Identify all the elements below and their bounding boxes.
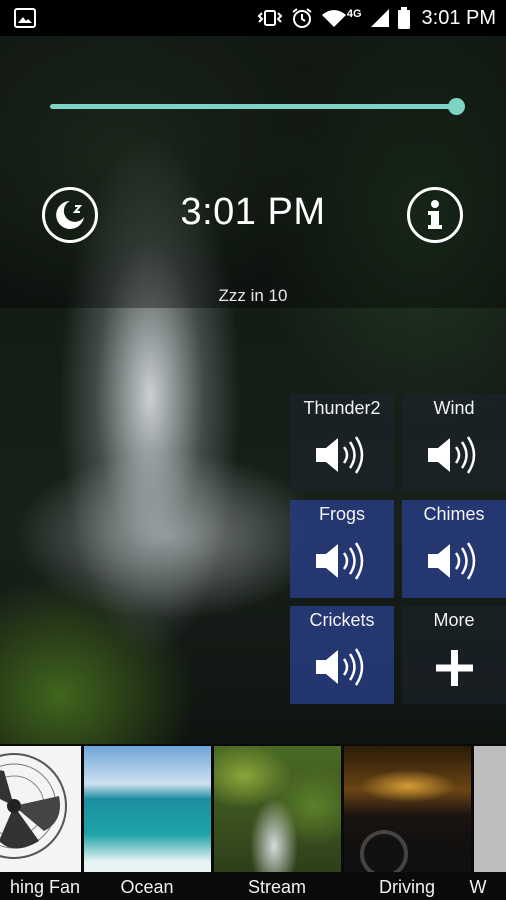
speaker-icon — [316, 436, 364, 474]
more-label: More — [433, 610, 475, 630]
scene-thumb-ocean[interactable] — [84, 746, 211, 872]
more-sounds-button[interactable]: More — [402, 606, 506, 704]
sound-label: Crickets — [309, 610, 375, 630]
sound-label: Chimes — [423, 504, 485, 524]
sound-tile-frogs[interactable]: Frogs — [290, 500, 394, 598]
fan-image — [0, 753, 67, 859]
alarm-icon — [292, 8, 312, 28]
sleep-timer-button[interactable] — [42, 187, 98, 243]
status-time: 3:01 PM — [421, 6, 496, 29]
dashboard-image — [344, 830, 471, 872]
speaker-icon — [316, 542, 364, 580]
sleep-countdown: Zzz in 10 — [218, 286, 288, 305]
sound-label: Wind — [433, 398, 475, 418]
scene-strip[interactable]: hing Fan Ocean Stream Driving W — [0, 744, 506, 900]
wifi-icon — [321, 10, 346, 27]
scene-thumb-fan[interactable] — [0, 746, 81, 872]
network-type: 4G — [346, 8, 362, 20]
status-bar: 4G 3:01 PM — [0, 0, 506, 36]
sound-tile-chimes[interactable]: Chimes — [402, 500, 506, 598]
volume-slider-thumb[interactable] — [448, 98, 465, 115]
vibrate-icon — [257, 10, 283, 26]
sound-label: Frogs — [318, 504, 365, 524]
scene-thumb-white-noise[interactable] — [474, 746, 506, 872]
speaker-icon — [428, 542, 476, 580]
info-button[interactable] — [407, 187, 463, 243]
sound-tile-wind[interactable]: Wind — [402, 394, 506, 492]
battery-icon — [397, 7, 410, 29]
scene-thumb-stream[interactable] — [214, 746, 341, 872]
clock-display: 3:01 PM — [180, 191, 326, 233]
signal-icon — [370, 9, 389, 27]
info-icon — [428, 200, 442, 229]
image-icon — [14, 8, 36, 28]
sound-label: Thunder2 — [303, 398, 381, 418]
scene-label-white-noise: W — [469, 877, 487, 897]
scene-thumb-driving[interactable] — [344, 746, 471, 872]
plus-icon — [436, 650, 473, 686]
header-overlay — [0, 36, 506, 308]
scene-label-ocean: Ocean — [120, 877, 174, 897]
moon-timer-icon — [56, 201, 84, 229]
sound-tile-crickets[interactable]: Crickets — [290, 606, 394, 704]
speaker-icon — [428, 436, 476, 474]
volume-slider-track[interactable] — [50, 104, 458, 109]
sound-tile-thunder2[interactable]: Thunder2 — [290, 394, 394, 492]
scene-label-stream: Stream — [247, 877, 307, 897]
speaker-icon — [316, 648, 364, 686]
